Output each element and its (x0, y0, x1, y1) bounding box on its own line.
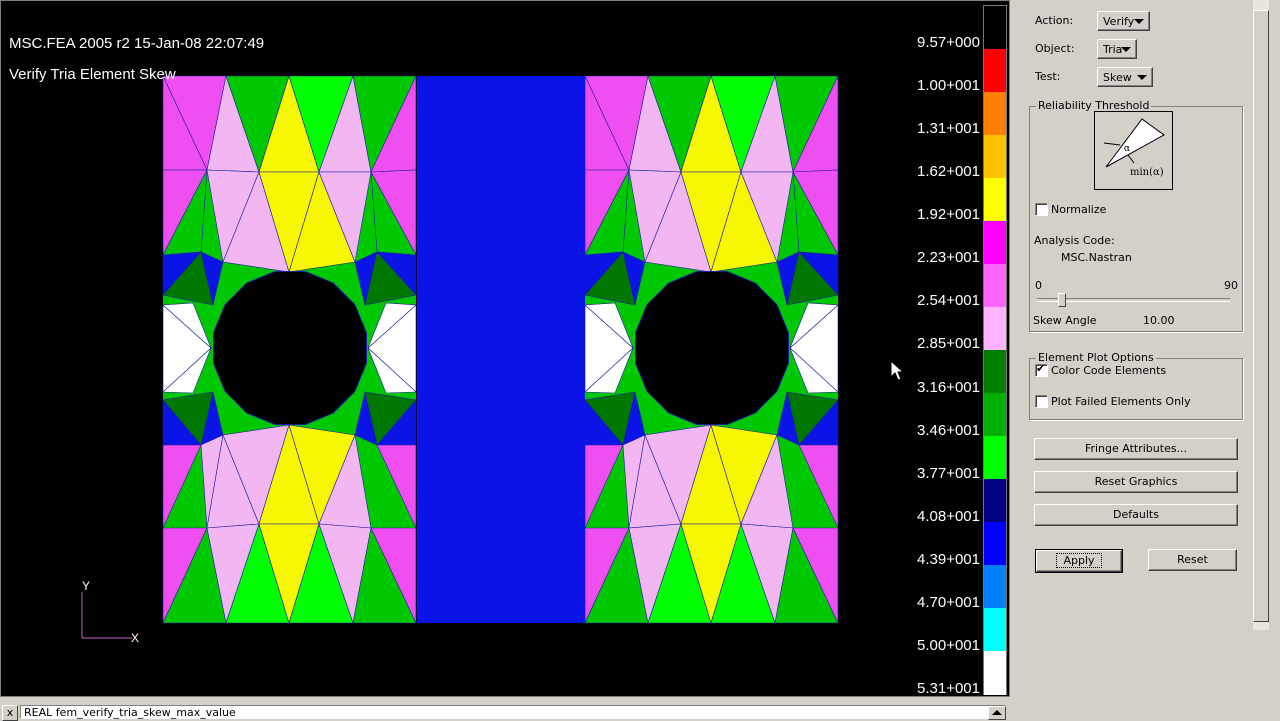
axis-y-label: Y (82, 580, 90, 593)
legend-swatch (984, 651, 1006, 695)
legend-label: 1.92+001 (917, 206, 980, 224)
plot-failed-only-label: Plot Failed Elements Only (1051, 395, 1191, 408)
legend-label: 2.85+001 (917, 335, 980, 353)
legend-swatch (984, 479, 1006, 523)
legend-swatch (984, 49, 1006, 93)
object-label: Object: (1035, 42, 1075, 55)
slider-min-label: 0 (1035, 279, 1042, 292)
legend-swatch (984, 522, 1006, 566)
legend-swatch (984, 92, 1006, 136)
legend-label: 9.57+000 (917, 34, 980, 51)
legend-swatch (984, 135, 1006, 179)
chevron-down-icon (1134, 19, 1144, 24)
legend-label: 3.77+001 (917, 464, 980, 482)
legend-swatch (984, 264, 1006, 308)
action-dropdown-value: Verify (1103, 15, 1135, 28)
mouse-cursor-icon (890, 360, 905, 381)
legend-label: 5.31+001 (917, 680, 980, 697)
mesh-hole (213, 271, 367, 425)
analysis-code-label: Analysis Code: (1034, 234, 1115, 247)
fea-mesh (162, 74, 839, 625)
action-dropdown[interactable]: Verify (1097, 11, 1150, 31)
action-label: Action: (1035, 14, 1074, 27)
legend-swatch (984, 307, 1006, 351)
command-line-input[interactable]: REAL fem_verify_tria_skew_max_value (20, 705, 1006, 719)
reset-graphics-button[interactable]: Reset Graphics (1034, 471, 1238, 493)
normalize-label: Normalize (1051, 203, 1107, 216)
legend-swatch (984, 6, 1006, 50)
test-dropdown[interactable]: Skew (1097, 67, 1153, 87)
color-code-elements-checkbox[interactable]: ✔ (1035, 362, 1048, 377)
scrollbar-thumb[interactable] (1253, 10, 1269, 622)
min-alpha-label: min(α) (1130, 167, 1164, 178)
fringe-attributes-button[interactable]: Fringe Attributes... (1034, 438, 1238, 460)
skew-angle-label: Skew Angle (1033, 314, 1097, 327)
chevron-down-icon (1137, 75, 1147, 80)
defaults-button[interactable]: Defaults (1034, 504, 1238, 526)
reset-button[interactable]: Reset (1148, 549, 1237, 571)
legend-label: 4.39+001 (917, 550, 980, 568)
skew-angle-diagram-icon: α min(α) (1094, 111, 1173, 190)
legend-swatch (984, 178, 1006, 222)
fringe-color-bar (983, 5, 1007, 695)
legend-label: 1.31+001 (917, 120, 980, 138)
command-line-bar: x REAL fem_verify_tria_skew_max_value (0, 704, 1012, 721)
legend-swatch (984, 608, 1006, 652)
analysis-code-value: MSC.Nastran (1061, 251, 1132, 264)
legend-swatch (984, 350, 1006, 394)
legend-swatch (984, 436, 1006, 480)
test-dropdown-value: Skew (1103, 71, 1132, 84)
graphics-viewport[interactable]: MSC.FEA 2005 r2 15-Jan-08 22:07:49 Verif… (0, 0, 1010, 697)
chevron-up-icon (992, 710, 1002, 715)
checkmark-icon: ✔ (1036, 362, 1046, 375)
axis-triad: Y X (81, 580, 139, 645)
object-dropdown[interactable]: Tria (1097, 39, 1137, 59)
alpha-symbol: α (1124, 144, 1130, 154)
test-label: Test: (1035, 70, 1061, 83)
legend-swatch (984, 393, 1006, 437)
legend-label: 1.62+001 (917, 163, 980, 181)
legend-label: 4.70+001 (917, 593, 980, 611)
verify-form-panel: Action: Verify Object: Tria Test: Skew R… (1013, 0, 1280, 720)
plot-failed-only-checkbox[interactable] (1035, 395, 1048, 408)
element-plot-options-title: Element Plot Options (1036, 351, 1156, 364)
color-code-elements-label: Color Code Elements (1051, 364, 1167, 377)
legend-label: 1.00+001 (917, 77, 980, 95)
legend-label: 2.54+001 (917, 292, 980, 310)
mesh-hole (635, 271, 789, 425)
normalize-checkbox[interactable] (1035, 203, 1048, 216)
mesh-center-panel (417, 76, 585, 623)
panel-vertical-scrollbar[interactable] (1253, 0, 1269, 630)
history-dropdown-button[interactable] (988, 706, 1006, 720)
skew-angle-value: 10.00 (1143, 314, 1175, 327)
legend-swatch (984, 221, 1006, 265)
legend-swatch (984, 565, 1006, 609)
close-icon[interactable]: x (2, 705, 18, 721)
skew-angle-slider-thumb[interactable] (1058, 293, 1066, 307)
chevron-down-icon (1121, 47, 1131, 52)
legend-label: 3.46+001 (917, 421, 980, 439)
legend-label: 5.00+001 (917, 636, 980, 654)
slider-max-label: 90 (1224, 279, 1238, 292)
viewport-title: MSC.FEA 2005 r2 15-Jan-08 22:07:49 (9, 35, 265, 52)
object-dropdown-value: Tria (1103, 43, 1123, 56)
viewport-subtitle: Verify Tria Element Skew (9, 66, 176, 83)
apply-button-label: Apply (1056, 553, 1102, 568)
axis-x-label: X (131, 631, 139, 645)
legend-label: 4.08+001 (917, 507, 980, 525)
apply-button[interactable]: Apply (1035, 549, 1123, 573)
legend-label: 2.23+001 (917, 249, 980, 267)
